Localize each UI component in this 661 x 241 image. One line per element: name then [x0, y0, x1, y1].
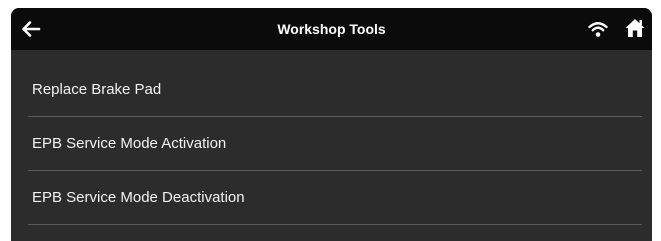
- list-item-epb-service-activation[interactable]: EPB Service Mode Activation: [11, 117, 652, 171]
- home-button[interactable]: [624, 17, 646, 39]
- home-icon: [625, 19, 645, 37]
- page-title: Workshop Tools: [277, 21, 386, 37]
- list-item-replace-brake-pad[interactable]: Replace Brake Pad: [11, 63, 652, 117]
- top-bar: Workshop Tools: [11, 8, 652, 50]
- app-window: Workshop Tools Replace Brake Pad EPB Ser…: [11, 8, 652, 241]
- back-button[interactable]: [20, 18, 42, 40]
- list-item-label: EPB Service Mode Deactivation: [32, 189, 245, 206]
- list-item-epb-service-deactivation[interactable]: EPB Service Mode Deactivation: [11, 171, 652, 225]
- arrow-left-icon: [22, 21, 41, 37]
- divider: [28, 224, 642, 225]
- tool-list: Replace Brake Pad EPB Service Mode Activ…: [11, 63, 652, 225]
- wifi-icon: [588, 22, 608, 37]
- list-item-label: EPB Service Mode Activation: [32, 135, 227, 152]
- list-item-label: Replace Brake Pad: [32, 81, 162, 98]
- wifi-status: [588, 19, 608, 39]
